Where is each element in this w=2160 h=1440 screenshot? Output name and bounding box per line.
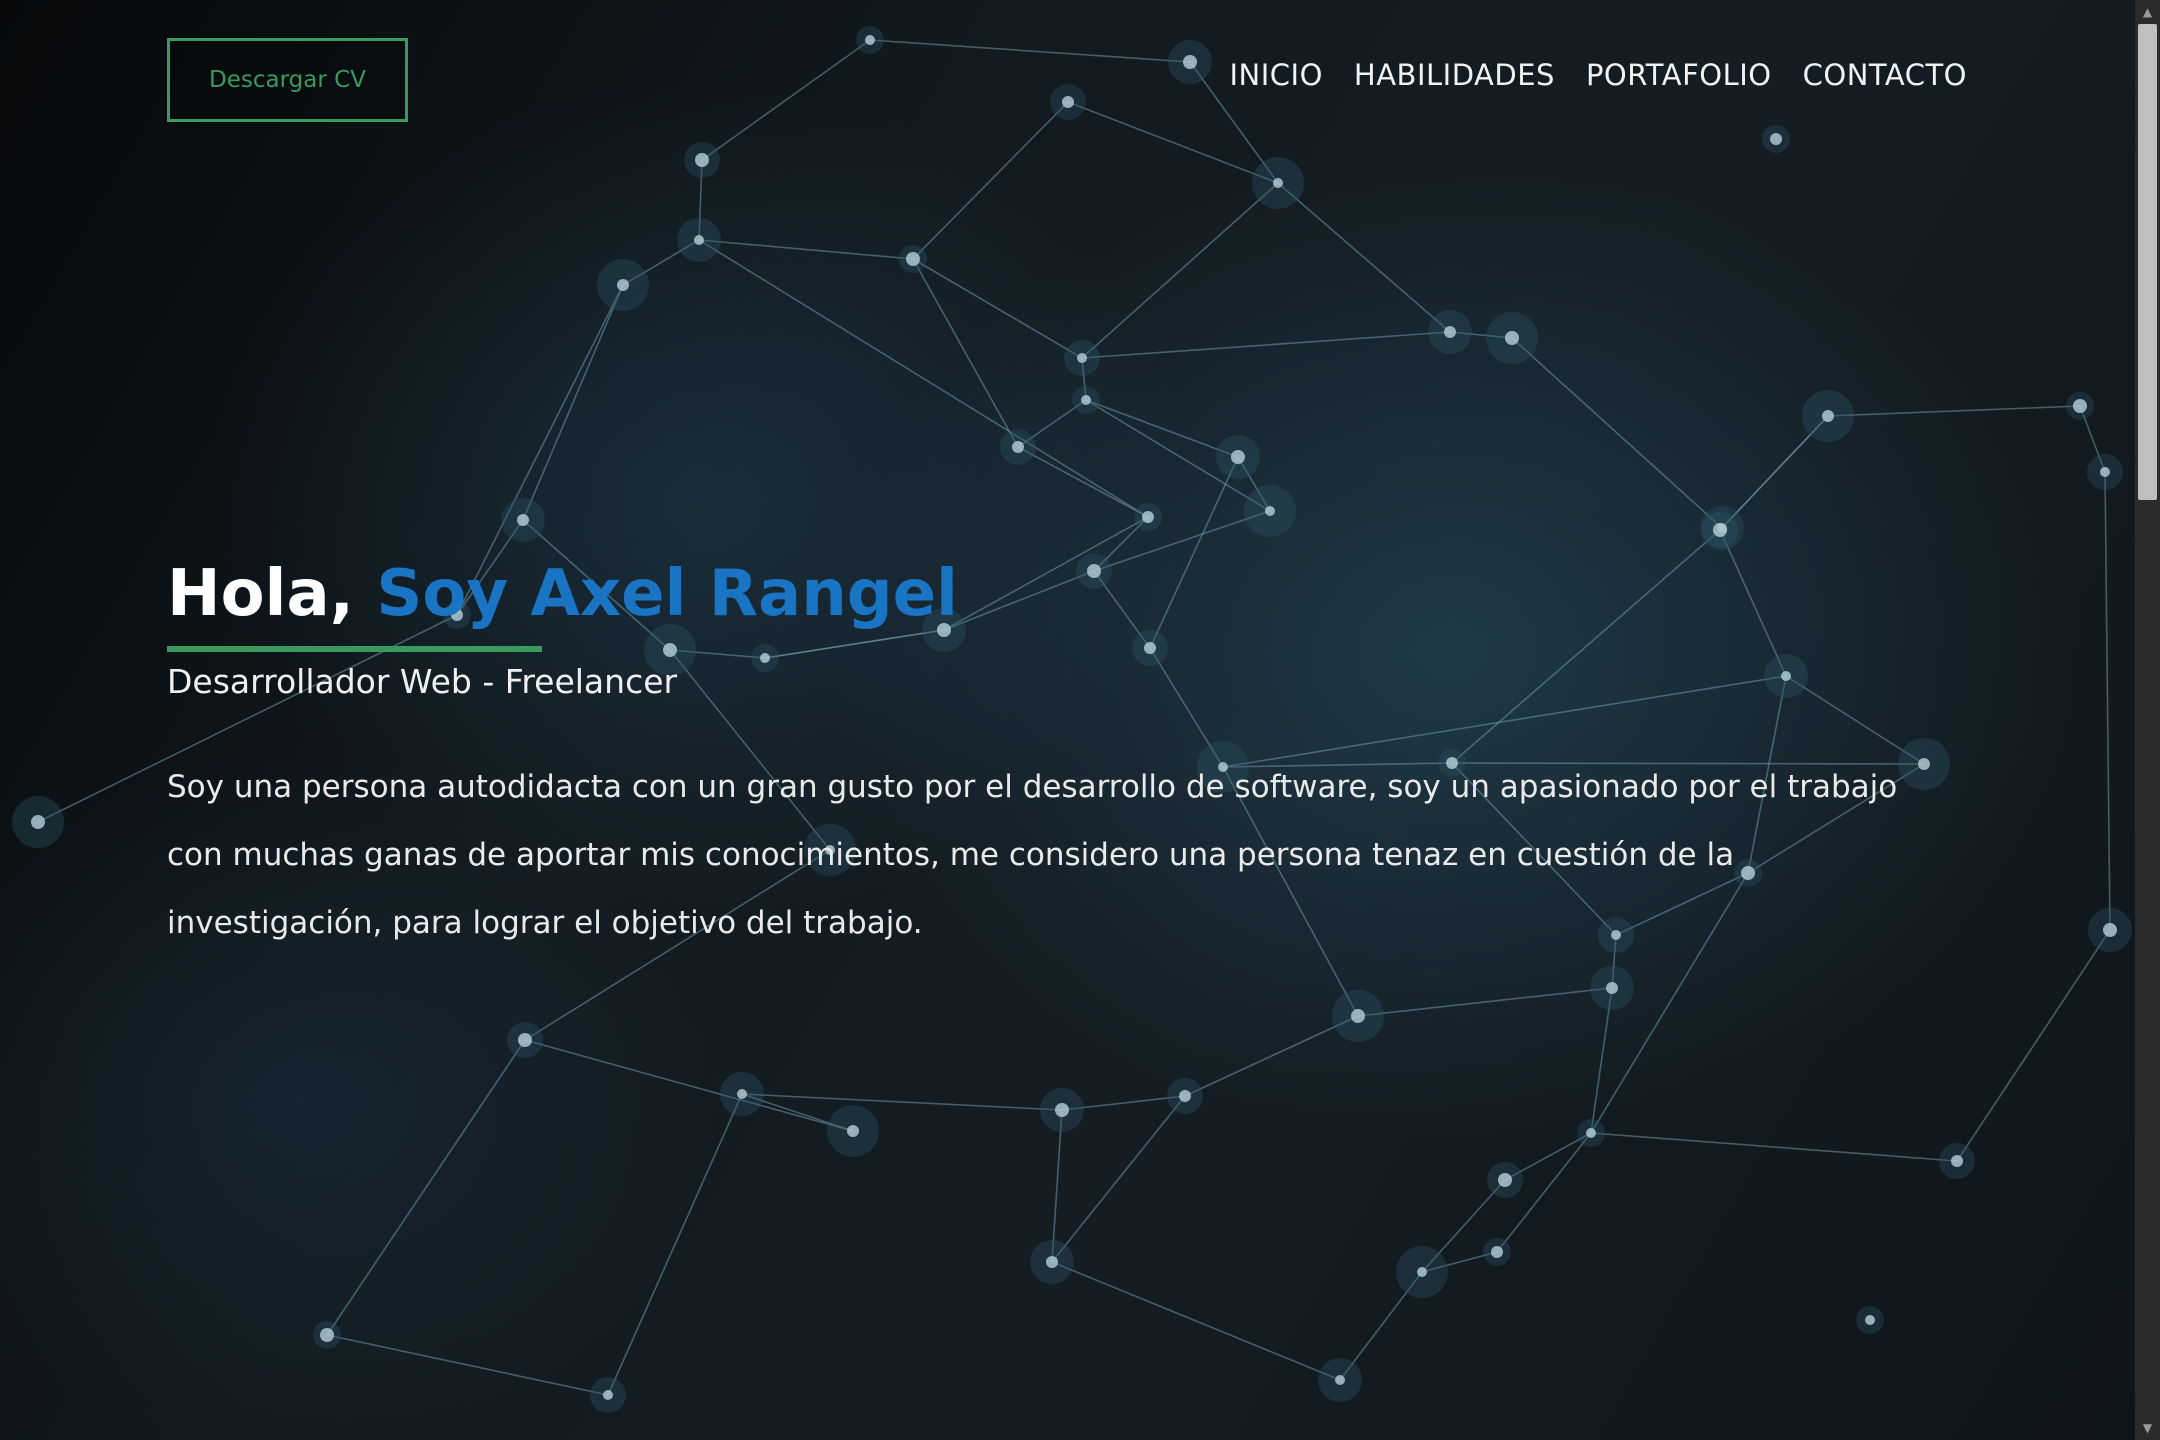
nav-item-inicio[interactable]: INICIO xyxy=(1229,58,1322,92)
hero-bio: Soy una persona autodidacta con un gran … xyxy=(167,769,1898,941)
chevron-down-icon[interactable]: ▼ xyxy=(2135,1418,2160,1438)
main-nav: INICIO HABILIDADES PORTAFOLIO CONTACTO xyxy=(1229,58,1967,92)
nav-item-portafolio[interactable]: PORTAFOLIO xyxy=(1586,58,1772,92)
hero-greeting: Hola, xyxy=(167,557,354,631)
title-underline xyxy=(167,646,542,652)
scrollbar-thumb[interactable] xyxy=(2138,24,2157,500)
hero-title: Hola, Soy Axel Rangel xyxy=(167,548,1967,640)
hero-name: Soy Axel Rangel xyxy=(376,557,958,631)
site-header: Descargar CV INICIO HABILIDADES PORTAFOL… xyxy=(0,0,2135,160)
hero-subtitle: Desarrollador Web - Freelancer xyxy=(167,662,678,701)
nav-item-contacto[interactable]: CONTACTO xyxy=(1803,58,1967,92)
landing-page: Descargar CV INICIO HABILIDADES PORTAFOL… xyxy=(0,0,2160,1440)
hero-section: Hola, Soy Axel Rangel Desarrollador Web … xyxy=(167,548,1967,988)
download-cv-button[interactable]: Descargar CV xyxy=(167,38,408,122)
nav-item-habilidades[interactable]: HABILIDADES xyxy=(1354,58,1555,92)
chevron-up-icon[interactable]: ▲ xyxy=(2135,2,2160,22)
vertical-scrollbar[interactable]: ▲ ▼ xyxy=(2135,0,2160,1440)
